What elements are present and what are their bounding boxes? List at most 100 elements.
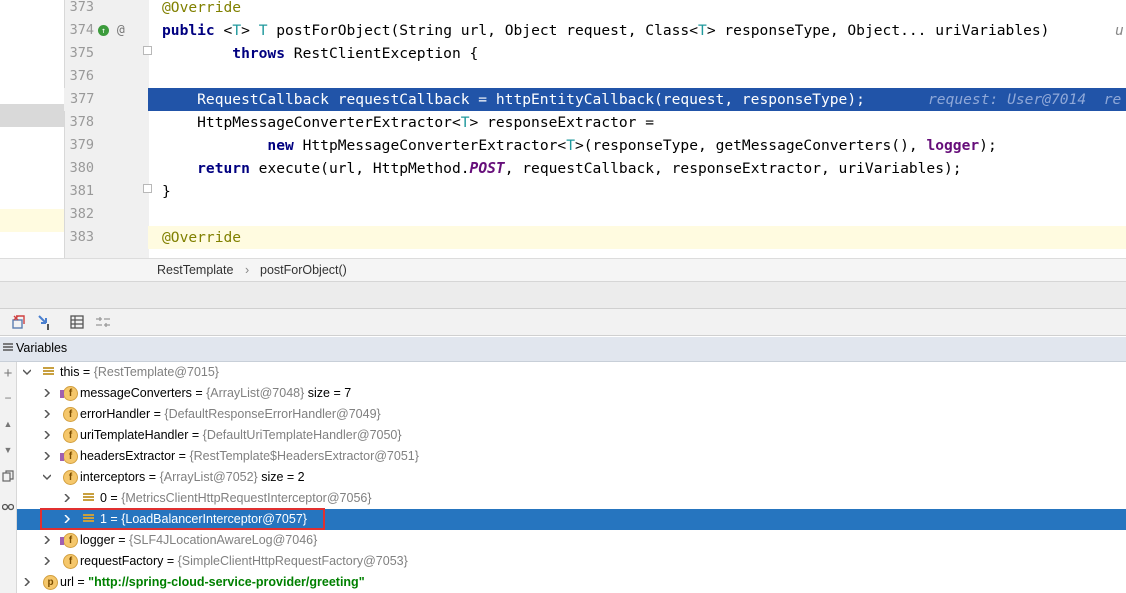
chevron-right-icon[interactable] xyxy=(43,431,51,439)
equals-sign: = xyxy=(79,365,94,379)
code-editor[interactable]: 373 @Override 374 ↑ @ public <T> T postForOb… xyxy=(0,0,1126,258)
panel-divider[interactable] xyxy=(0,281,1126,309)
final-field-icon: f xyxy=(60,533,78,548)
copy-icon[interactable] xyxy=(2,470,14,482)
variable-value: {RestTemplate@7015} xyxy=(93,365,219,379)
chevron-right-icon[interactable] xyxy=(43,557,51,565)
code-line[interactable]: 376 xyxy=(0,65,1126,88)
line-number[interactable]: 380 xyxy=(64,157,94,180)
chevron-right-icon[interactable] xyxy=(43,536,51,544)
breadcrumb-class[interactable]: RestTemplate xyxy=(157,259,233,281)
variable-row[interactable]: f logger = {SLF4JLocationAwareLog@7046} xyxy=(17,530,1126,551)
variable-name: url xyxy=(60,575,74,589)
variable-row[interactable]: this = {RestTemplate@7015} xyxy=(17,362,1126,383)
variable-name: 1 xyxy=(100,512,107,526)
code-line[interactable]: 375 throws RestClientException { xyxy=(0,42,1126,65)
add-watch-icon[interactable]: + xyxy=(2,366,14,381)
fold-marker[interactable] xyxy=(143,184,152,193)
variable-value: {DefaultResponseErrorHandler@7049} xyxy=(164,407,381,421)
code-line[interactable]: 381} xyxy=(0,180,1126,203)
final-field-icon: f xyxy=(60,449,78,464)
variable-row[interactable]: f errorHandler = {DefaultResponseErrorHan… xyxy=(17,404,1126,425)
variable-row[interactable]: 0 = {MetricsClientHttpRequestInterceptor… xyxy=(17,488,1126,509)
code-token: POST xyxy=(469,160,505,177)
implements-up-icon[interactable]: ↑ xyxy=(98,25,109,36)
variable-text: url = "http://spring-cloud-service-provi… xyxy=(60,572,365,593)
glasses-icon[interactable] xyxy=(2,500,14,512)
restore-layout-icon[interactable] xyxy=(10,313,28,331)
chevron-right-icon[interactable] xyxy=(23,578,31,586)
variable-row[interactable]: f interceptors = {ArrayList@7052} size = … xyxy=(17,467,1126,488)
line-number[interactable]: 379 xyxy=(64,134,94,157)
chevron-right-icon[interactable] xyxy=(43,389,51,397)
code-line[interactable]: 378 HttpMessageConverterExtractor<T> res… xyxy=(0,111,1126,134)
variable-name: logger xyxy=(80,533,115,547)
move-down-icon[interactable]: ▼ xyxy=(2,444,14,456)
debug-toolbar xyxy=(0,308,1126,336)
line-number[interactable]: 383 xyxy=(64,226,94,249)
code-token: new xyxy=(162,137,303,154)
code-token: > xyxy=(241,22,259,39)
variables-tree: this = {RestTemplate@7015} f messageConver… xyxy=(17,362,1126,593)
code-line[interactable]: 380 return execute(url, HttpMethod.POST,… xyxy=(0,157,1126,180)
code-token: , requestCallback, responseExtractor, ur… xyxy=(504,160,962,177)
move-up-icon[interactable]: ▲ xyxy=(2,418,14,430)
code-token: logger xyxy=(926,137,980,154)
chevron-right-icon[interactable] xyxy=(63,515,71,523)
chevron-right-icon[interactable] xyxy=(43,452,51,460)
code-token: execute(url, HttpMethod. xyxy=(258,160,470,177)
variable-row[interactable]: f requestFactory = {SimpleClientHttpReque… xyxy=(17,551,1126,572)
line-number[interactable]: 378 xyxy=(64,111,94,134)
code-token: T xyxy=(566,137,575,154)
variable-value: {DefaultUriTemplateHandler@7050} xyxy=(202,428,402,442)
code-line[interactable]: 373 @Override xyxy=(0,0,1126,19)
code-token: > responseExtractor = xyxy=(469,114,655,131)
fold-marker[interactable] xyxy=(143,46,152,55)
code-line[interactable]: 374 ↑ @ public <T> T postForObject(String … xyxy=(0,19,1126,42)
variable-text: uriTemplateHandler = {DefaultUriTemplate… xyxy=(80,425,402,446)
step-into-icon[interactable] xyxy=(36,313,54,331)
variable-row[interactable]: f uriTemplateHandler = {DefaultUriTemplat… xyxy=(17,425,1126,446)
table-view-icon[interactable] xyxy=(68,313,86,331)
code-line[interactable]: 377 RequestCallback requestCallback = ht… xyxy=(64,88,1126,111)
code-line[interactable]: 379 new HttpMessageConverterExtractor<T>… xyxy=(0,134,1126,157)
equals-sign: = xyxy=(175,449,190,463)
chevron-right-icon[interactable] xyxy=(63,494,71,502)
variable-text: 0 = {MetricsClientHttpRequestInterceptor… xyxy=(100,488,372,509)
line-number[interactable]: 375 xyxy=(64,42,94,65)
code-line[interactable]: 383 @Override xyxy=(70,226,1126,249)
line-number[interactable]: 377 xyxy=(64,88,148,111)
code-token: RequestCallback requestCallback = httpEn… xyxy=(162,91,865,108)
parameter-icon: p xyxy=(43,575,58,590)
variable-text: errorHandler = {DefaultResponseErrorHand… xyxy=(80,404,381,425)
field-icon: f xyxy=(63,554,78,569)
variable-value: "http://spring-cloud-service-provider/gr… xyxy=(88,575,365,589)
breadcrumb-method[interactable]: postForObject() xyxy=(260,259,347,281)
chevron-right-icon[interactable] xyxy=(43,410,51,418)
code-token: HttpMessageConverterExtractor< xyxy=(162,114,461,131)
chevron-down-icon[interactable] xyxy=(43,473,51,481)
line-number[interactable]: 373 xyxy=(64,0,94,19)
line-number[interactable]: 376 xyxy=(64,65,94,88)
variable-row[interactable]: f headersExtractor = {RestTemplate$Header… xyxy=(17,446,1126,467)
line-number[interactable]: 382 xyxy=(64,203,94,226)
code-token: postForObject(String url, Object request… xyxy=(267,22,699,39)
variable-row[interactable]: f messageConverters = {ArrayList@7048} si… xyxy=(17,383,1126,404)
variable-name: errorHandler xyxy=(80,407,151,421)
code-token: public xyxy=(162,22,224,39)
final-field-icon: f xyxy=(60,386,78,401)
override-gutter-icons[interactable]: ↑ @ xyxy=(98,19,125,42)
line-number[interactable]: 381 xyxy=(64,180,94,203)
code-line[interactable]: 382 xyxy=(0,203,1126,226)
code-text: new HttpMessageConverterExtractor<T>(res… xyxy=(162,134,996,157)
line-number[interactable]: 374 xyxy=(64,19,94,42)
remove-watch-icon[interactable]: − xyxy=(2,392,14,404)
variable-row[interactable]: 1 = {LoadBalancerInterceptor@7057} xyxy=(17,509,1126,530)
variable-value: {LoadBalancerInterceptor@7057} xyxy=(121,512,307,526)
param-hint: u xyxy=(1115,22,1124,39)
layout-settings-icon[interactable] xyxy=(94,313,112,331)
chevron-down-icon[interactable] xyxy=(23,368,31,376)
variable-row[interactable]: p url = "http://spring-cloud-service-prov… xyxy=(17,572,1126,593)
code-text: } xyxy=(162,180,171,203)
variables-panel-header: Variables xyxy=(0,337,1126,362)
